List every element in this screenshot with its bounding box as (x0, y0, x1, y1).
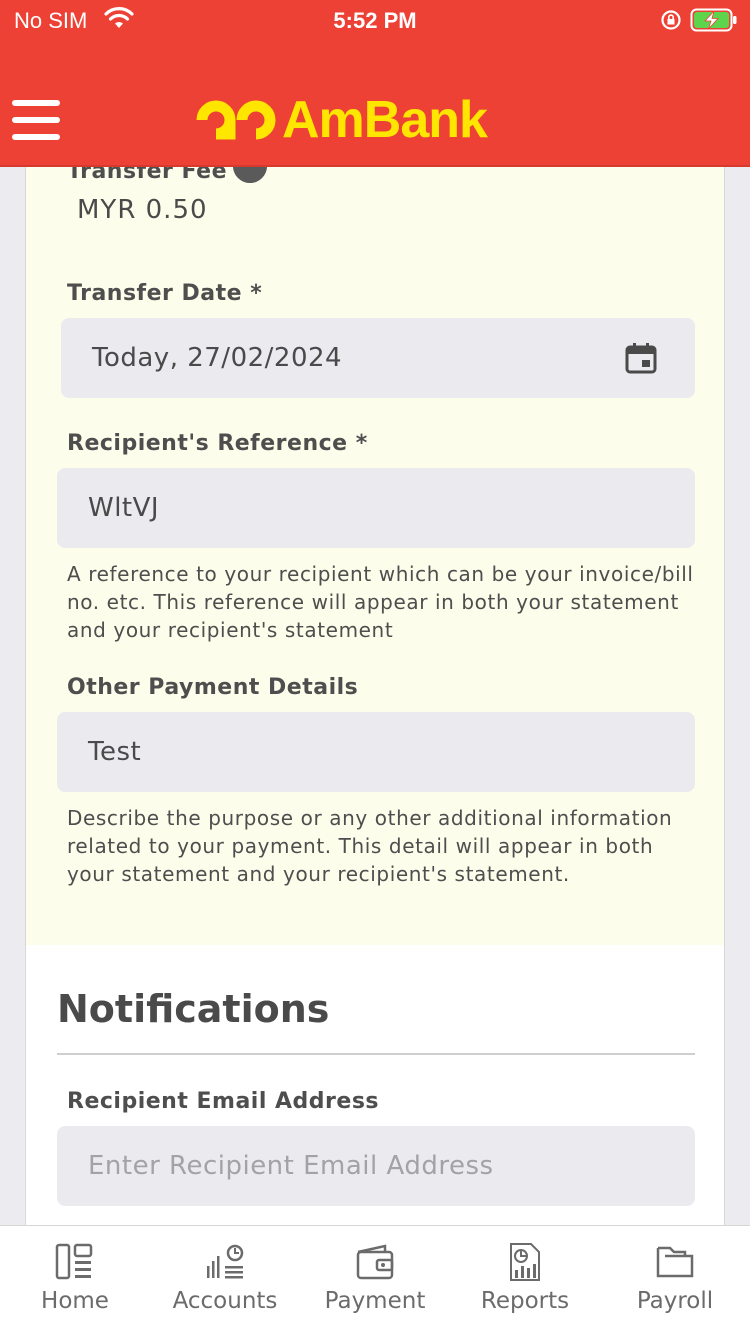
ambank-logo: AmBank (196, 91, 488, 149)
battery-icon (690, 8, 737, 32)
section-divider (57, 1053, 695, 1055)
tab-home-label: Home (41, 1288, 109, 1314)
transfer-date-label: Transfer Date * (67, 281, 263, 306)
tab-accounts[interactable]: Accounts (150, 1226, 300, 1334)
recipient-reference-helper: A reference to your recipient which can … (67, 562, 694, 642)
ambank-logo-mark-icon (196, 100, 276, 140)
status-bar: No SIM 5:52 PM (0, 0, 750, 44)
tab-accounts-label: Accounts (172, 1288, 278, 1314)
tab-payment[interactable]: Payment (300, 1226, 450, 1334)
calendar-icon[interactable] (625, 342, 657, 374)
transfer-date-value: Today, 27/02/2024 (92, 343, 343, 373)
app-header: AmBank (0, 44, 750, 167)
wallet-icon (356, 1244, 394, 1280)
recipient-email-placeholder: Enter Recipient Email Address (88, 1151, 494, 1181)
other-payment-details-helper: Describe the purpose or any other additi… (67, 806, 673, 886)
rotation-lock-icon (661, 10, 681, 30)
tab-payment-label: Payment (324, 1288, 426, 1314)
other-payment-details-input[interactable]: Test (57, 712, 695, 792)
hamburger-menu-icon[interactable] (12, 100, 60, 142)
home-icon (55, 1243, 93, 1280)
tab-payroll-label: Payroll (636, 1288, 714, 1314)
recipient-reference-label: Recipient's Reference * (67, 431, 368, 456)
recipient-reference-input[interactable]: WltVJ (57, 468, 695, 548)
reports-icon (510, 1243, 540, 1281)
transfer-date-field[interactable]: Today, 27/02/2024 (61, 318, 695, 398)
tab-reports[interactable]: Reports (450, 1226, 600, 1334)
tab-payroll[interactable]: Payroll (600, 1226, 750, 1334)
notifications-title: Notifications (57, 987, 330, 1031)
brand-name: AmBank (282, 91, 488, 149)
folder-icon (656, 1246, 694, 1278)
tab-reports-label: Reports (480, 1288, 570, 1314)
transfer-fee-label: Transfer Fee (67, 167, 228, 184)
transfer-form-scroll[interactable]: Transfer Fee MYR 0.50 Transfer Date * To… (25, 167, 725, 1225)
transfer-fee-value: MYR 0.50 (77, 195, 208, 225)
other-payment-details-label: Other Payment Details (67, 675, 359, 700)
clock: 5:52 PM (333, 8, 417, 33)
accounts-icon (207, 1244, 244, 1279)
bottom-tab-bar: Home Accounts Payment Reports Payroll (0, 1225, 750, 1334)
tab-home[interactable]: Home (0, 1226, 150, 1334)
recipient-email-label: Recipient Email Address (67, 1089, 380, 1114)
recipient-email-input[interactable]: Enter Recipient Email Address (57, 1126, 695, 1206)
